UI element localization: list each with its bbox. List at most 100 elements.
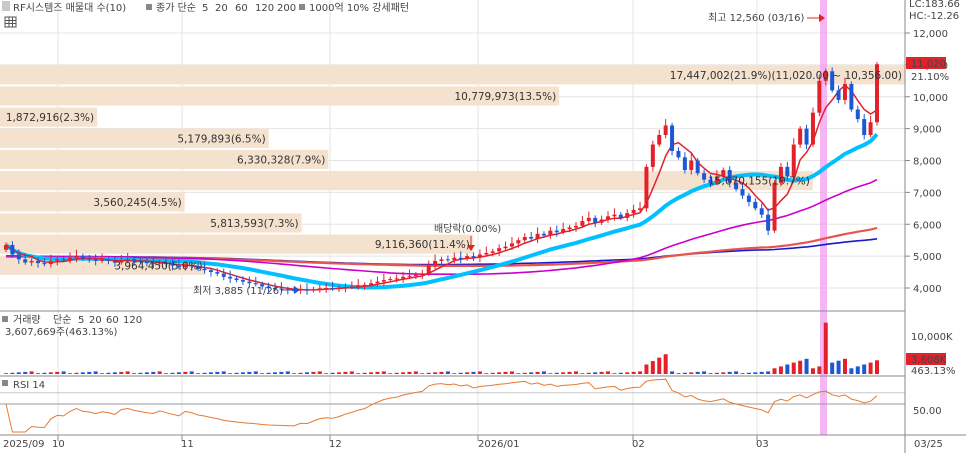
volume-bar bbox=[868, 362, 873, 374]
candle-body bbox=[548, 230, 553, 236]
candle-body bbox=[29, 260, 34, 263]
volume-bar bbox=[541, 371, 546, 374]
x-label: 2025/09 bbox=[3, 439, 45, 450]
candle-body bbox=[362, 284, 367, 286]
volume-axis-tick: 10,000K bbox=[911, 332, 953, 343]
price-tick-label: 6,000 bbox=[913, 220, 942, 231]
candle-body bbox=[317, 288, 322, 290]
volume-ma-20: 20 bbox=[89, 315, 102, 326]
volume-profile-label: 10,779,973(13.5%) bbox=[455, 91, 557, 103]
volume-bar bbox=[413, 371, 418, 374]
volume-profile-label: 5,813,593(7.3%) bbox=[210, 218, 298, 230]
volume-bar bbox=[48, 372, 53, 374]
candle-body bbox=[695, 160, 700, 174]
volume-bar bbox=[215, 371, 220, 374]
volume-profile-label: 3,964,450(5.0%) bbox=[114, 260, 202, 272]
price-tick-label: 9,000 bbox=[913, 125, 942, 136]
candle-body bbox=[16, 254, 21, 260]
grid-toggle-icon[interactable] bbox=[4, 16, 17, 28]
volume-bar bbox=[810, 368, 815, 374]
candle-body bbox=[810, 112, 815, 145]
stock-chart[interactable]: 17,447,002(21.9%)(11,020.00 ~ 10,356.00)… bbox=[0, 0, 966, 453]
volume-bar bbox=[606, 371, 611, 374]
volume-bar bbox=[567, 371, 572, 374]
candle-body bbox=[759, 208, 764, 215]
volume-bar bbox=[535, 371, 540, 374]
candle-body bbox=[702, 173, 707, 180]
volume-profile-label: 1,872,916(2.3%) bbox=[6, 112, 94, 124]
volume-bar bbox=[317, 371, 322, 374]
candle-body bbox=[612, 214, 617, 217]
volume-bar bbox=[580, 373, 585, 374]
volume-bar bbox=[798, 360, 803, 374]
volume-bar bbox=[151, 371, 156, 374]
chart-window: 17,447,002(21.9%)(11,020.00 ~ 10,356.00)… bbox=[0, 0, 966, 453]
price-tick-label: 7,000 bbox=[913, 188, 942, 199]
candle-body bbox=[644, 166, 649, 209]
volume-bar bbox=[644, 364, 649, 374]
candle-body bbox=[87, 258, 92, 260]
volume-bar bbox=[823, 322, 828, 374]
price-tick-label: 5,000 bbox=[913, 252, 942, 263]
candle-body bbox=[369, 283, 374, 285]
candle-body bbox=[509, 243, 514, 247]
volume-bar bbox=[266, 372, 271, 374]
volume-bar bbox=[343, 371, 348, 374]
candle-body bbox=[817, 80, 822, 113]
volume-bar bbox=[119, 371, 124, 374]
candle-body bbox=[343, 287, 348, 289]
volume-bar bbox=[16, 372, 21, 374]
volume-bar bbox=[509, 371, 514, 374]
volume-bar bbox=[394, 372, 399, 374]
volume-bar bbox=[388, 373, 393, 374]
volume-bar bbox=[753, 372, 758, 374]
current-price: 11,020 bbox=[911, 59, 946, 70]
volume-bar bbox=[80, 372, 85, 374]
volume-bar bbox=[714, 372, 719, 374]
candle-body bbox=[529, 237, 534, 239]
volume-bar bbox=[529, 372, 534, 374]
volume-bar bbox=[189, 371, 194, 374]
volume-bar bbox=[727, 371, 732, 374]
volume-legend-title: 거래량 bbox=[13, 314, 41, 326]
candle-body bbox=[804, 128, 809, 145]
menu-icon[interactable] bbox=[2, 1, 10, 11]
candle-body bbox=[657, 135, 662, 145]
volume-bar bbox=[401, 372, 406, 374]
volume-bar bbox=[477, 371, 482, 374]
candle-body bbox=[240, 280, 245, 282]
volume-bar bbox=[247, 371, 252, 374]
x-label: 10 bbox=[52, 439, 65, 450]
volume-bar bbox=[324, 373, 329, 374]
candle-body bbox=[625, 213, 630, 218]
candle-body bbox=[375, 281, 380, 284]
candle-body bbox=[253, 283, 258, 285]
volume-bar bbox=[830, 362, 835, 374]
candle-body bbox=[439, 259, 444, 261]
candle-body bbox=[618, 214, 623, 218]
candle-body bbox=[208, 270, 213, 273]
volume-bar bbox=[93, 371, 98, 374]
candle-body bbox=[381, 280, 386, 282]
volume-bar bbox=[638, 371, 643, 374]
hc-readout: HC:-12.26 bbox=[909, 11, 959, 22]
volume-bar bbox=[650, 361, 655, 374]
price-tick-label: 8,000 bbox=[913, 157, 942, 168]
volume-bar bbox=[381, 371, 386, 374]
volume-profile-label: 9,116,360(11.4%) bbox=[375, 239, 470, 251]
candle-body bbox=[580, 221, 585, 226]
volume-bar bbox=[10, 372, 15, 374]
candle-body bbox=[599, 219, 604, 223]
candle-body bbox=[522, 237, 527, 241]
candle-body bbox=[670, 125, 675, 151]
candle-body bbox=[106, 259, 111, 261]
candle-body bbox=[753, 201, 758, 209]
volume-bar bbox=[29, 371, 34, 374]
volume-bar bbox=[305, 372, 310, 374]
volume-bar bbox=[862, 364, 867, 374]
volume-bar bbox=[23, 371, 28, 374]
volume-bar bbox=[695, 371, 700, 374]
current-change: 21.10% bbox=[911, 72, 949, 83]
volume-bar bbox=[272, 372, 277, 374]
volume-bar bbox=[849, 368, 854, 374]
